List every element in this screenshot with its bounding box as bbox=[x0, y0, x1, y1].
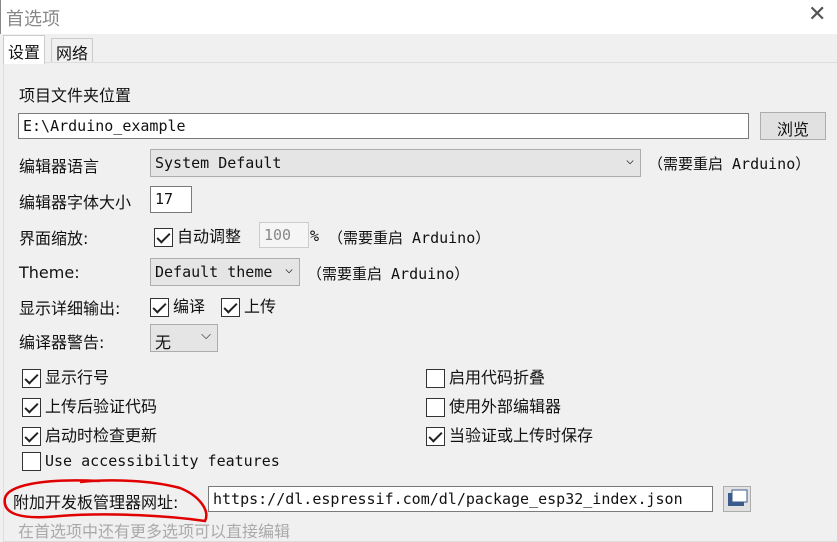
checkbox-icon bbox=[22, 398, 41, 417]
warnings-value: 无 bbox=[155, 333, 172, 352]
option-label: 显示行号 bbox=[45, 368, 110, 387]
checkbox-icon bbox=[221, 298, 240, 317]
verbose-upload-label: 上传 bbox=[244, 297, 277, 316]
theme-note: （需要重启 Arduino） bbox=[307, 265, 470, 283]
chevron-down-icon: ⌵ bbox=[285, 262, 293, 277]
option-label: 启动时检查更新 bbox=[45, 426, 158, 445]
tab-settings[interactable]: 设置 bbox=[3, 35, 46, 64]
language-value: System Default bbox=[155, 154, 282, 172]
auto-scale-checkbox[interactable]: 自动调整 bbox=[154, 223, 241, 247]
option-checkbox[interactable]: Use accessibility features bbox=[22, 451, 280, 471]
theme-label: Theme: bbox=[19, 263, 80, 282]
checkbox-icon bbox=[22, 452, 41, 471]
tab-network[interactable]: 网络 bbox=[51, 38, 94, 63]
theme-value: Default theme bbox=[155, 263, 273, 281]
checkbox-icon bbox=[426, 369, 445, 388]
edit-urls-button[interactable] bbox=[723, 486, 751, 512]
warnings-label: 编译器警告: bbox=[19, 333, 105, 352]
option-checkbox[interactable]: 使用外部编辑器 bbox=[426, 393, 561, 417]
font-size-input[interactable]: 17 bbox=[150, 186, 192, 213]
option-label: 上传后验证代码 bbox=[45, 397, 158, 416]
warnings-select[interactable]: 无 ⌵ bbox=[150, 324, 218, 352]
language-select[interactable]: System Default ⌵ bbox=[150, 149, 641, 177]
scale-input[interactable]: 100 bbox=[259, 222, 309, 248]
checkbox-icon bbox=[426, 398, 445, 417]
option-label: 当验证或上传时保存 bbox=[449, 426, 594, 445]
windows-icon bbox=[728, 489, 748, 506]
sketchbook-label: 项目文件夹位置 bbox=[19, 86, 132, 105]
checkbox-icon bbox=[426, 427, 445, 446]
option-checkbox[interactable]: 启用代码折叠 bbox=[426, 364, 545, 388]
browse-button[interactable]: 浏览 bbox=[760, 112, 826, 140]
option-checkbox[interactable]: 显示行号 bbox=[22, 364, 109, 388]
scale-label: 界面缩放: bbox=[19, 229, 89, 248]
checkbox-icon bbox=[150, 298, 169, 317]
verbose-upload-checkbox[interactable]: 上传 bbox=[221, 293, 276, 317]
option-checkbox[interactable]: 当验证或上传时保存 bbox=[426, 422, 593, 446]
title-bar bbox=[0, 0, 837, 34]
boards-url-input[interactable]: https://dl.espressif.com/dl/package_esp3… bbox=[208, 486, 713, 512]
chevron-down-icon: ⌵ bbox=[626, 153, 634, 168]
option-label: 使用外部编辑器 bbox=[449, 397, 562, 416]
verbose-label: 显示详细输出: bbox=[19, 299, 121, 318]
option-checkbox[interactable]: 启动时检查更新 bbox=[22, 422, 157, 446]
checkbox-icon bbox=[154, 228, 173, 247]
close-icon[interactable]: ✕ bbox=[808, 2, 826, 27]
footer-note: 在首选项中还有更多选项可以直接编辑 bbox=[18, 522, 291, 541]
chevron-down-icon: ⌵ bbox=[201, 328, 211, 343]
verbose-compile-label: 编译 bbox=[173, 297, 206, 316]
scale-note: （需要重启 Arduino） bbox=[328, 229, 491, 247]
font-size-label: 编辑器字体大小 bbox=[19, 193, 132, 212]
option-checkbox[interactable]: 上传后验证代码 bbox=[22, 393, 157, 417]
auto-scale-label: 自动调整 bbox=[177, 227, 242, 246]
language-note: （需要重启 Arduino） bbox=[648, 155, 811, 173]
option-label: Use accessibility features bbox=[45, 452, 280, 470]
scale-unit: % bbox=[310, 227, 320, 245]
option-label: 启用代码折叠 bbox=[449, 368, 546, 387]
theme-select[interactable]: Default theme ⌵ bbox=[150, 258, 300, 286]
checkbox-icon bbox=[22, 369, 41, 388]
sketchbook-input[interactable]: E:\Arduino_example bbox=[18, 113, 749, 139]
checkbox-icon bbox=[22, 427, 41, 446]
language-label: 编辑器语言 bbox=[19, 157, 100, 176]
window-title: 首选项 bbox=[6, 9, 60, 30]
verbose-compile-checkbox[interactable]: 编译 bbox=[150, 293, 205, 317]
